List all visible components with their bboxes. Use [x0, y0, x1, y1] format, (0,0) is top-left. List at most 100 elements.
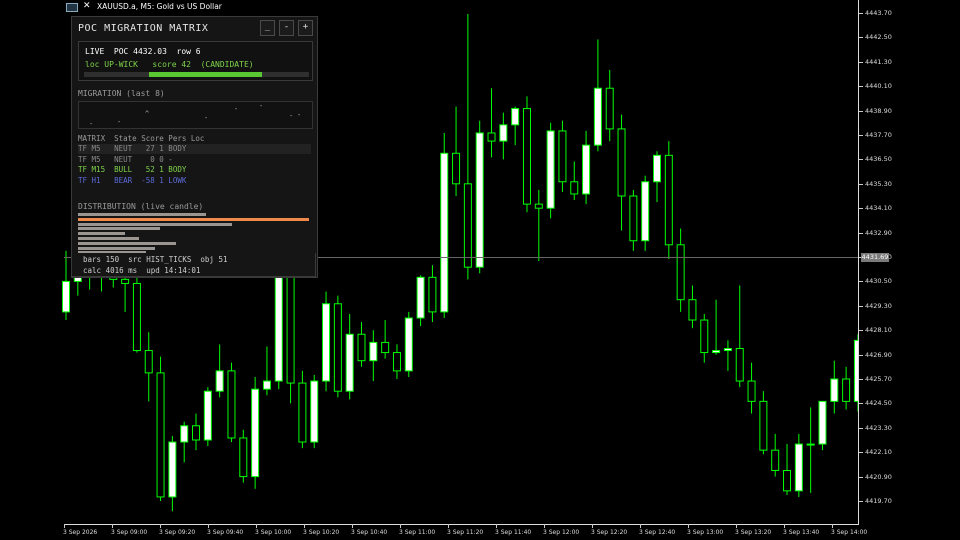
- candle-body-bear: [522, 108, 531, 205]
- candle-body-bear: [570, 181, 579, 195]
- price-axis-label: 4438.90: [865, 106, 892, 115]
- price-axis-tick: [859, 281, 863, 283]
- candle: [310, 374, 319, 449]
- candle-body-bear: [381, 341, 390, 354]
- candle: [700, 313, 709, 363]
- candle: [333, 295, 342, 398]
- candle: [641, 175, 650, 251]
- time-axis-tick: [256, 524, 257, 528]
- candle: [428, 265, 437, 323]
- time-axis-tick: [160, 524, 161, 528]
- distribution-bar: [78, 246, 155, 250]
- price-axis-tick: [859, 37, 863, 39]
- price-axis-label: 4432.90: [865, 228, 892, 237]
- candle-body-bear: [333, 303, 342, 392]
- candle: [156, 356, 165, 501]
- candle-body-bear: [428, 276, 437, 313]
- price-axis-tick: [859, 403, 863, 405]
- price-axis-label: 4437.70: [865, 131, 892, 139]
- candle: [192, 413, 201, 451]
- candle-body-bull: [440, 152, 449, 313]
- candle-body-bull: [546, 130, 555, 209]
- candle-body-bear: [605, 87, 614, 130]
- price-axis-label: 4443.70: [865, 9, 892, 17]
- time-axis-tick: [400, 524, 401, 528]
- migration-strip: ^ - - - - - - -: [78, 101, 313, 129]
- close-icon[interactable]: ✕: [83, 2, 91, 11]
- candle: [168, 435, 177, 512]
- candle-body-bear: [452, 152, 461, 185]
- live-poc-line: LIVE POC 4432.03 row 6: [85, 47, 201, 56]
- price-axis-tick: [859, 135, 863, 136]
- candle-body-bear: [132, 282, 141, 352]
- time-axis-tick: [640, 524, 641, 528]
- candle: [132, 273, 141, 353]
- candle: [676, 228, 685, 312]
- matrix-row[interactable]: TF H1 BEAR -58 1 LOWK: [78, 176, 311, 186]
- price-axis-tick: [859, 452, 863, 454]
- score-bar-fill: [149, 72, 262, 77]
- matrix-row[interactable]: TF M15 BULL 52 1 BODY: [78, 165, 311, 175]
- price-axis-label: 4428.10: [865, 326, 892, 335]
- distribution-bar: [78, 213, 207, 216]
- candle-body-bear: [121, 278, 130, 284]
- candle: [712, 299, 721, 355]
- distribution-title: DISTRIBUTION (live candle): [78, 202, 204, 211]
- candle: [357, 322, 366, 367]
- candle-body-bear: [617, 128, 626, 197]
- candle: [215, 344, 224, 398]
- candle-body-bull: [322, 303, 331, 382]
- candle: [558, 120, 567, 192]
- migration-mark: -: [117, 118, 122, 126]
- candle: [653, 151, 661, 203]
- price-axis-tick: [859, 354, 863, 356]
- distribution-bar: [78, 232, 125, 236]
- price-axis-tick: [859, 379, 863, 380]
- candle: [818, 400, 827, 451]
- candle-body-bear: [783, 470, 792, 492]
- candle-body-bull: [168, 441, 177, 498]
- time-axis-tick: [64, 524, 65, 528]
- candle-body-bear: [771, 449, 780, 471]
- time-axis-tick: [784, 524, 785, 528]
- candle: [771, 433, 780, 477]
- candle: [830, 360, 839, 414]
- time-axis-tick: [544, 524, 545, 528]
- candle-body-bull: [818, 400, 827, 445]
- price-axis-label: 4419.70: [865, 497, 892, 505]
- collapse-button[interactable]: -: [279, 20, 294, 36]
- candle-body-bear: [842, 378, 851, 402]
- price-axis-label: 4434.10: [865, 204, 892, 213]
- minimize-button[interactable]: _: [260, 20, 275, 36]
- time-axis-tick: [832, 524, 833, 528]
- candle: [499, 112, 508, 160]
- expand-button[interactable]: +: [298, 20, 313, 36]
- candle-body-bear: [747, 380, 756, 402]
- time-axis-tick: [304, 524, 305, 528]
- candle: [262, 346, 271, 396]
- candle-body-bull: [180, 425, 189, 443]
- candle-body-bull: [499, 124, 508, 142]
- candle-body-bear: [192, 425, 201, 441]
- distribution-bar: [78, 241, 176, 245]
- poc-migration-panel[interactable]: POC MIGRATION MATRIX _ - + LIVE POC 4432…: [71, 16, 318, 278]
- candle: [783, 444, 792, 495]
- candle-body-bull: [310, 380, 319, 443]
- candle: [794, 433, 803, 497]
- candle: [511, 106, 520, 146]
- matrix-row[interactable]: TF M5 NEUT 0 0 -: [78, 155, 311, 165]
- price-axis-tick: [859, 427, 863, 429]
- candle: [416, 275, 425, 327]
- migration-mark: -: [234, 105, 239, 113]
- candle-body-bull: [475, 132, 484, 268]
- candle: [605, 69, 614, 142]
- time-axis-label: 3 Sep 14:00: [831, 529, 868, 536]
- time-axis-label: 3 Sep 11:00: [399, 529, 436, 536]
- price-axis-tick: [859, 501, 863, 502]
- candle: [475, 120, 484, 274]
- candle: [251, 376, 260, 489]
- candle-body-bear: [759, 400, 768, 451]
- candle-body-bull: [62, 280, 70, 313]
- matrix-row[interactable]: TF M5 NEUT 27 1 BODY: [78, 144, 311, 154]
- time-axis-label: 3 Sep 12:40: [639, 529, 676, 536]
